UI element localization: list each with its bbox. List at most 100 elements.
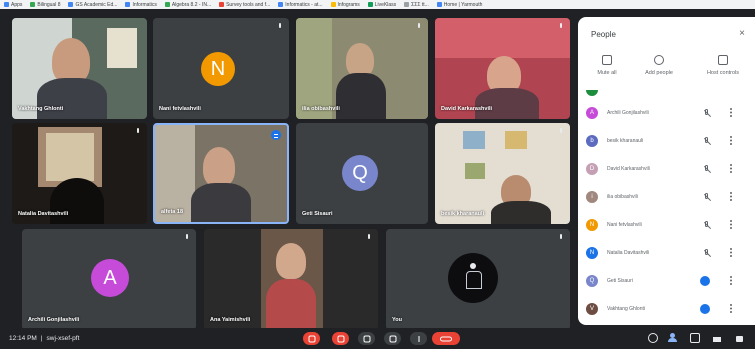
participant-name: Geti Sisauri xyxy=(607,278,633,284)
mic-off-icon[interactable] xyxy=(704,165,710,173)
list-item[interactable]: i ilia obibashvili xyxy=(578,186,755,210)
bookmark[interactable]: Informatics xyxy=(125,2,157,8)
bookmark[interactable]: Apps xyxy=(4,2,22,8)
participant-tile[interactable]: alfeta 18 xyxy=(153,123,289,224)
pin-icon[interactable] xyxy=(559,23,564,30)
participant-tile[interactable]: Natalia Davitashvili xyxy=(12,123,147,224)
participant-body xyxy=(191,183,251,222)
bookmark[interactable]: GS Academic Ed... xyxy=(68,2,117,8)
participant-name: Natalia Davitashvili xyxy=(18,211,69,217)
more-vert-icon[interactable] xyxy=(730,164,732,173)
participant-tile[interactable]: Vakhtang Ghlonti xyxy=(12,18,147,119)
mic-off-icon[interactable] xyxy=(704,109,710,117)
self-avatar xyxy=(448,253,498,303)
participant-tile[interactable]: N Nani fetvlashvili xyxy=(153,18,289,119)
mic-off-icon[interactable] xyxy=(704,193,710,201)
captions-button[interactable] xyxy=(358,332,375,345)
close-icon[interactable]: × xyxy=(739,28,745,39)
leave-call-button[interactable] xyxy=(432,332,460,345)
speaking-indicator-icon xyxy=(700,276,710,286)
participant-avatar: Q xyxy=(586,275,598,287)
activities-icon[interactable] xyxy=(712,333,722,343)
people-panel: People × Mute all Add people Host contro… xyxy=(578,17,755,325)
participant-avatar: N xyxy=(586,219,598,231)
bookmark[interactable]: ΣΣΣ tt... xyxy=(404,2,429,8)
pin-icon[interactable] xyxy=(559,128,564,135)
more-vert-icon[interactable] xyxy=(730,192,732,201)
participant-name: You xyxy=(392,317,402,323)
list-item[interactable]: N Natalia Davitashvili xyxy=(578,242,755,266)
bookmark[interactable]: LiveKlass xyxy=(367,2,396,8)
pin-icon[interactable] xyxy=(367,234,372,241)
participant-tile[interactable]: Q Geti Sisauri xyxy=(296,123,428,224)
bookmark[interactable]: Home | Yarmouth xyxy=(436,2,482,8)
control-bar: 12:14 PM | swj-xsef-pft xyxy=(0,328,578,349)
avatar-figure-body xyxy=(466,271,482,289)
lock-icon[interactable] xyxy=(735,333,745,343)
participant-avatar: A xyxy=(91,259,129,297)
avatar-figure-head xyxy=(470,263,476,269)
call-end-icon xyxy=(440,336,452,341)
microphone-button[interactable] xyxy=(303,332,320,345)
meeting-grid: Vakhtang Ghlonti N Nani fetvlashvili ili… xyxy=(0,9,578,330)
more-vert-icon[interactable] xyxy=(730,276,732,285)
bookmark[interactable]: Survey tools and f... xyxy=(219,2,270,8)
chat-icon[interactable] xyxy=(690,333,700,343)
participant-face xyxy=(203,147,235,187)
list-item[interactable]: V Vakhtang Ghlonti xyxy=(578,298,755,322)
list-item[interactable]: N Nani fetvlashvili xyxy=(578,214,755,238)
mute-all-button[interactable]: Mute all xyxy=(582,55,632,76)
video-background xyxy=(505,131,527,149)
camera-button[interactable] xyxy=(332,332,349,345)
host-controls-button[interactable]: Host controls xyxy=(698,55,748,76)
more-vert-icon[interactable] xyxy=(730,108,732,117)
meeting-code: swj-xsef-pft xyxy=(46,335,80,342)
more-vert-icon[interactable] xyxy=(730,248,732,257)
pin-icon[interactable] xyxy=(185,234,190,241)
people-icon[interactable] xyxy=(668,333,678,343)
bookmark[interactable]: Bilingual 8 xyxy=(30,2,60,8)
participant-name: Nani fetvlashvili xyxy=(607,222,642,228)
pin-icon[interactable] xyxy=(136,128,141,135)
meeting-info: 12:14 PM | swj-xsef-pft xyxy=(9,335,79,342)
present-button[interactable] xyxy=(384,332,401,345)
participant-avatar: D xyxy=(586,163,598,175)
mic-off-icon[interactable] xyxy=(704,137,710,145)
video-background xyxy=(46,133,94,181)
more-vert-icon[interactable] xyxy=(730,136,732,145)
participant-tile[interactable]: ilia obibashvili xyxy=(296,18,428,119)
participant-body xyxy=(50,178,104,224)
panel-title: People xyxy=(591,30,616,39)
lock-icon-body xyxy=(736,336,743,342)
info-icon[interactable] xyxy=(648,333,658,343)
list-item[interactable]: D David Karkarashvili xyxy=(578,158,755,182)
participant-tile[interactable]: besik kharanauli xyxy=(435,123,570,224)
pin-icon[interactable] xyxy=(417,23,422,30)
more-options-button[interactable] xyxy=(410,332,427,345)
add-people-button[interactable]: Add people xyxy=(634,55,684,76)
pin-icon[interactable] xyxy=(559,234,564,241)
participant-tile[interactable]: A Archili Gonjilashvili xyxy=(22,229,196,330)
bookmark[interactable]: Informatics - at... xyxy=(278,2,323,8)
more-vert-icon[interactable] xyxy=(730,220,732,229)
bookmark[interactable]: Infograms xyxy=(330,2,360,8)
mic-off-icon xyxy=(308,335,315,342)
bookmark[interactable]: Algebra 8.2 - IN... xyxy=(164,2,211,8)
present-icon xyxy=(389,335,396,342)
list-item[interactable]: Q Geti Sisauri xyxy=(578,270,755,294)
participant-name: David Karkarashvili xyxy=(441,106,493,112)
mute-all-label: Mute all xyxy=(597,70,617,76)
participant-body xyxy=(491,201,551,224)
participant-tile[interactable]: Ana Yaimishvili xyxy=(204,229,378,330)
more-vert-icon[interactable] xyxy=(730,304,732,313)
participant-avatar: N xyxy=(201,52,235,86)
pin-icon[interactable] xyxy=(278,23,283,30)
video-background xyxy=(296,18,332,119)
list-item[interactable]: A Archili Gonjilashvili xyxy=(578,102,755,126)
participant-tile[interactable]: David Karkarashvili xyxy=(435,18,570,119)
list-item[interactable]: b besik kharanauli xyxy=(578,130,755,154)
participant-tile[interactable]: You xyxy=(386,229,570,330)
list-item-partial-avatar xyxy=(586,90,598,96)
mic-off-icon[interactable] xyxy=(704,249,710,257)
mic-off-icon[interactable] xyxy=(704,221,710,229)
